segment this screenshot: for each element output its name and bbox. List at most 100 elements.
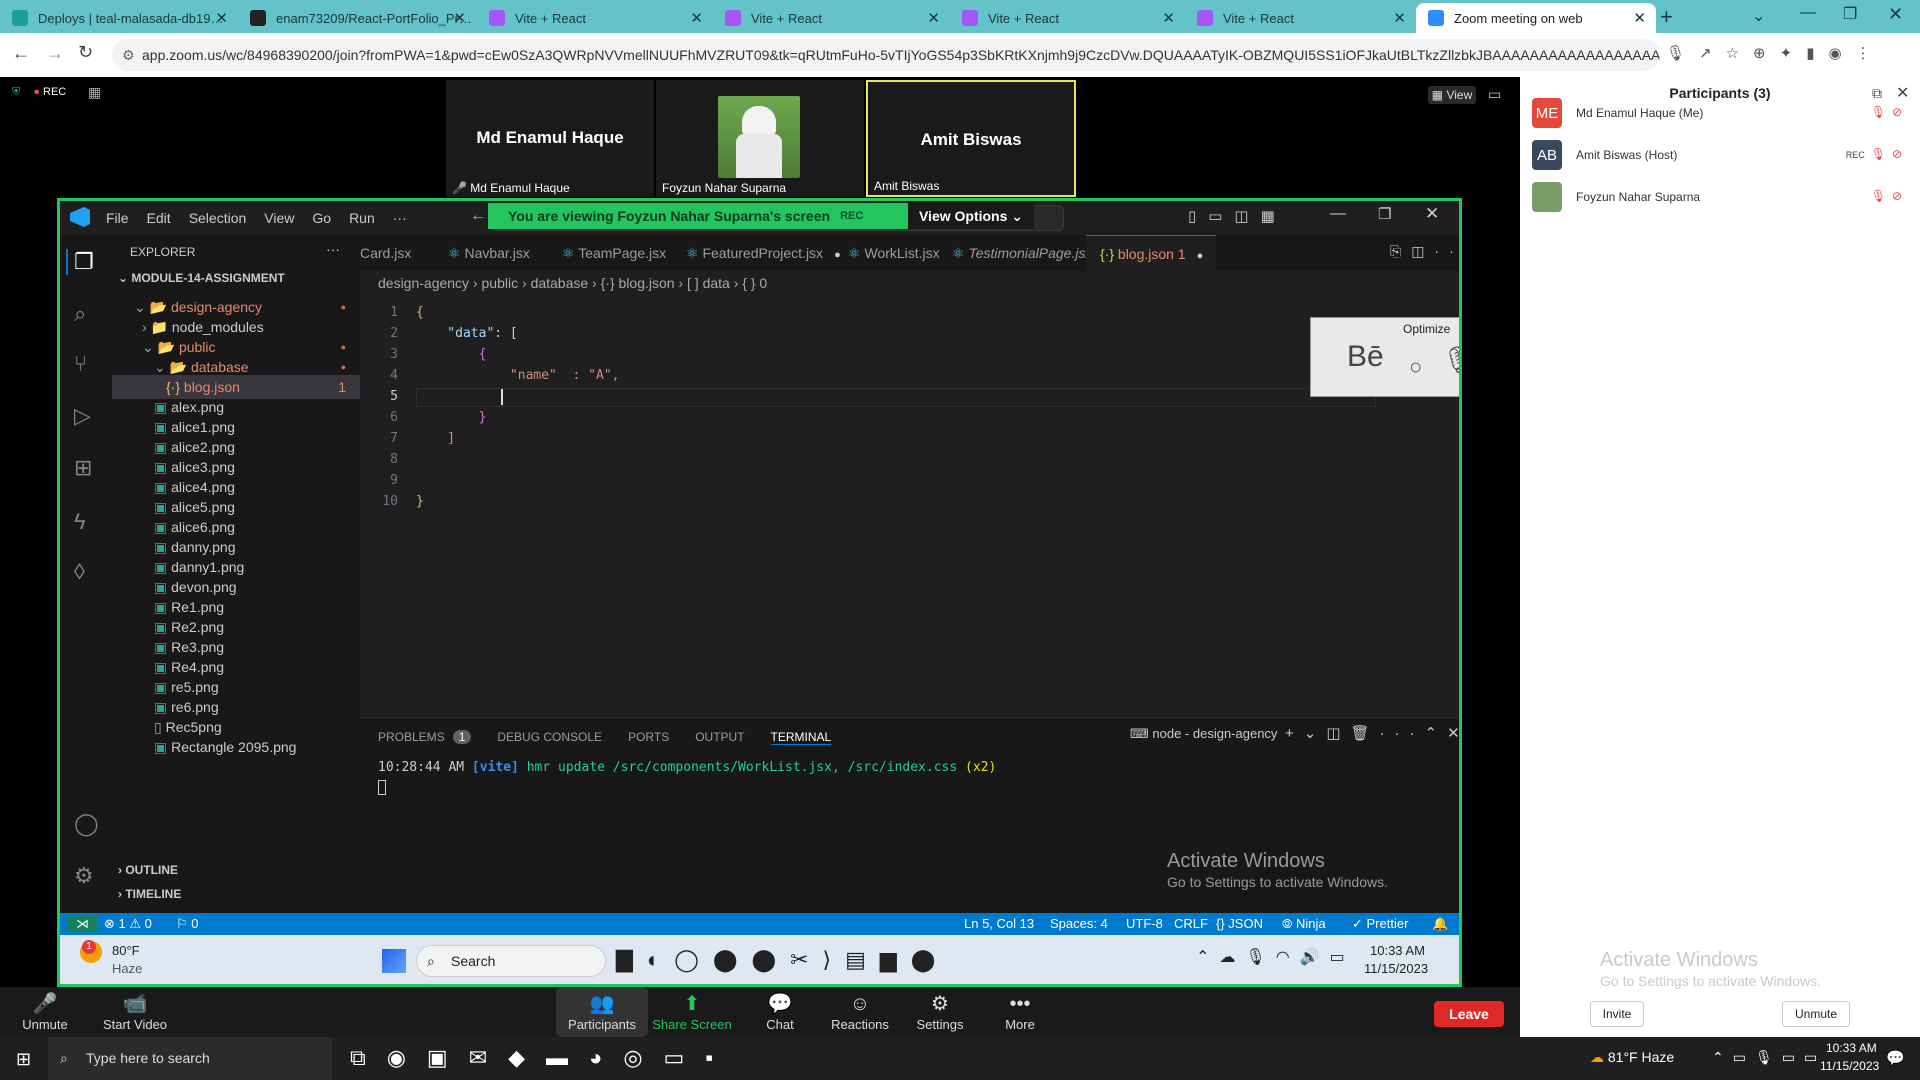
explorer-more-icon[interactable]: ··· (326, 241, 340, 257)
terminal-instance[interactable]: ⌨ node - design-agency (1130, 726, 1277, 742)
code-line[interactable]: { (416, 347, 487, 362)
explorer-files-icon[interactable]: ❐ (66, 249, 94, 275)
ports-status[interactable]: ⚐ 0 (176, 916, 199, 932)
tree-item[interactable]: ▣ Rectangle 2095.png (112, 735, 360, 759)
editor-tab[interactable]: ⚛ Navbar.jsx (434, 235, 548, 271)
encoding-status[interactable]: UTF-8 (1126, 916, 1163, 931)
mongodb-icon[interactable]: ◊ (74, 559, 85, 585)
notifications-bell-icon[interactable]: 🔔 (1432, 916, 1448, 932)
layout-toggle-icons[interactable]: ▯▭◫▦ (1188, 207, 1287, 225)
browser-tab[interactable]: Deploys | teal-malasada-db19… ✕ (0, 3, 238, 33)
zoom-control-button[interactable]: ⚙ Settings (900, 987, 980, 1037)
prettier-status[interactable]: ✓ Prettier (1352, 916, 1408, 932)
menu-item[interactable]: ··· (393, 210, 407, 226)
menu-item[interactable]: Go (312, 210, 331, 226)
problems-status[interactable]: ⊗ 1 ⚠ 0 (104, 916, 152, 932)
site-info-icon[interactable]: ⚙ (122, 39, 135, 71)
view-button[interactable]: ▦ View (1428, 86, 1476, 104)
zoom-control-button[interactable]: 📹 Start Video (95, 987, 175, 1037)
close-tab-icon[interactable]: ✕ (1162, 9, 1175, 27)
code-line[interactable]: "data": [ (416, 326, 517, 341)
breadcrumb-item[interactable]: design-agency (378, 275, 469, 291)
project-root[interactable]: ⌄ MODULE-14-ASSIGNMENT (118, 271, 285, 285)
close-tab-icon[interactable]: ✕ (690, 9, 703, 27)
leave-button[interactable]: Leave (1434, 1001, 1504, 1027)
video-tile-amit[interactable]: Amit Biswas Amit Biswas (866, 80, 1076, 197)
code-line[interactable]: } (416, 494, 424, 509)
zoom-control-button[interactable]: 👥 Participants (556, 987, 648, 1037)
browser-tab[interactable]: Vite + React ✕ (477, 3, 713, 33)
new-tab-button[interactable]: + (1660, 4, 1673, 30)
panel-tab[interactable]: DEBUG CONSOLE (497, 730, 602, 744)
zoom-control-button[interactable]: ☺ Reactions (820, 987, 900, 1037)
taskbar-weather[interactable]: ☁ 81°F Haze (1590, 1049, 1674, 1066)
taskbar-search-box[interactable]: ⌕ Type here to search (48, 1037, 332, 1080)
close-tab-icon[interactable]: ✕ (453, 9, 466, 27)
panel-tab[interactable]: PROBLEMS 1 (378, 730, 472, 744)
windows-start-icon[interactable]: ⊞ (16, 1049, 31, 1070)
browser-tab[interactable]: Vite + React ✕ (1185, 3, 1416, 33)
close-tab-icon[interactable]: ✕ (927, 9, 940, 27)
taskbar-pinned-apps[interactable]: ⧉◉▣✉◆▬◕◎▭▪ (350, 1045, 734, 1071)
minimize-window-button[interactable]: — (1800, 4, 1816, 22)
manage-gear-icon[interactable]: ⚙ (74, 863, 94, 889)
breadcrumb-item[interactable]: public (482, 275, 519, 291)
address-bar[interactable]: ⚙ app.zoom.us/wc/84968390200/join?fromPW… (112, 39, 1660, 71)
menu-item[interactable]: Run (349, 210, 375, 226)
invite-button[interactable]: Invite (1590, 1001, 1644, 1027)
timeline-section[interactable]: › TIMELINE (118, 887, 181, 901)
code-line[interactable]: "name" : "A", (416, 368, 620, 383)
extensions-icon[interactable]: ⊞ (74, 455, 92, 481)
zoom-control-button[interactable]: ••• More (980, 987, 1060, 1037)
ninja-status[interactable]: ⦾ Ninja (1282, 916, 1326, 932)
editor-tab[interactable]: ⚛ TestimonialPage.jsx (938, 235, 1092, 271)
code-line[interactable]: ] (416, 431, 455, 446)
terminal-cursor[interactable] (378, 780, 386, 795)
fullscreen-icon[interactable]: ▭ (1488, 86, 1501, 103)
breadcrumb-item[interactable]: [ ] data (687, 275, 730, 291)
panel-tab[interactable]: PORTS (628, 730, 669, 744)
zoom-control-button[interactable]: ⬆ Share Screen (652, 987, 732, 1037)
browser-tab[interactable]: Vite + React ✕ (713, 3, 950, 33)
thunder-client-icon[interactable]: ϟ (74, 509, 86, 535)
editor-tab[interactable]: ⚛ TeamPage.jsx (548, 235, 672, 271)
menu-item[interactable]: View (264, 210, 294, 226)
eol-status[interactable]: CRLF (1174, 916, 1208, 931)
menu-item[interactable]: File (106, 210, 129, 226)
close-window-button[interactable]: ✕ (1888, 4, 1903, 25)
participant-row[interactable]: ME Md Enamul Haque (Me) 🎙⊘ (1532, 97, 1908, 129)
source-control-icon[interactable]: ⑂ (74, 351, 87, 377)
reload-icon[interactable]: ↻ (78, 42, 93, 63)
close-tab-icon[interactable]: ✕ (1393, 9, 1406, 27)
inner-system-tray[interactable]: ⌃☁🎙◠🔊▭ (1196, 947, 1355, 967)
panel-tab[interactable]: OUTPUT (695, 730, 744, 744)
editor-tab[interactable]: Card.jsx (360, 235, 434, 271)
browser-tab[interactable]: Vite + React ✕ (950, 3, 1185, 33)
remote-indicator[interactable]: ⋊ (68, 916, 97, 932)
video-tile-enamul[interactable]: Md Enamul Haque 🎤 Md Enamul Haque (446, 80, 654, 197)
code-view[interactable]: 1 {2 "data": [3 {4 "name" : "A", 5 6 } 7 ] 8 9… (360, 299, 1459, 629)
tab-search-icon[interactable]: ⌄ (1752, 6, 1765, 26)
taskbar-system-tray[interactable]: ⌃▭🎙▭▭ (1712, 1049, 1826, 1066)
search-icon[interactable]: ⌕ (74, 301, 86, 327)
run-debug-icon[interactable]: ▷ (74, 403, 91, 429)
cursor-position[interactable]: Ln 5, Col 13 (964, 916, 1034, 931)
indentation-status[interactable]: Spaces: 4 (1050, 916, 1108, 931)
restore-window-button[interactable]: ❐ (1843, 4, 1857, 24)
panel-actions-icons[interactable]: +⌄◫🗑···⌃✕ (1285, 724, 1459, 742)
zoom-control-button[interactable]: 🎤 Unmute (5, 987, 85, 1037)
video-tile-foyzun[interactable]: Foyzun Nahar Suparna (656, 80, 864, 197)
editor-tab[interactable]: {·} blog.json 1 ● (1086, 235, 1216, 271)
windows-start-icon[interactable] (382, 949, 406, 973)
participant-row[interactable]: Foyzun Nahar Suparna 🎙⊘ (1532, 181, 1908, 213)
outline-section[interactable]: › OUTLINE (118, 863, 178, 877)
code-line[interactable]: { (416, 305, 424, 320)
language-status[interactable]: {} JSON (1216, 916, 1263, 931)
close-tab-icon[interactable]: ✕ (215, 9, 228, 27)
panel-tab[interactable]: TERMINAL (770, 730, 832, 745)
browser-extension-icons[interactable]: 🎙↗☆⊕✦▮◉⋮ (1666, 44, 1885, 62)
zoom-control-button[interactable]: 💬 Chat (740, 987, 820, 1037)
editor-tab[interactable]: ⚛ WorkList.jsx (834, 235, 940, 271)
editor-tab[interactable]: ⚛ FeaturedProject.jsx ● (672, 235, 841, 271)
forward-icon[interactable]: → (46, 43, 64, 64)
